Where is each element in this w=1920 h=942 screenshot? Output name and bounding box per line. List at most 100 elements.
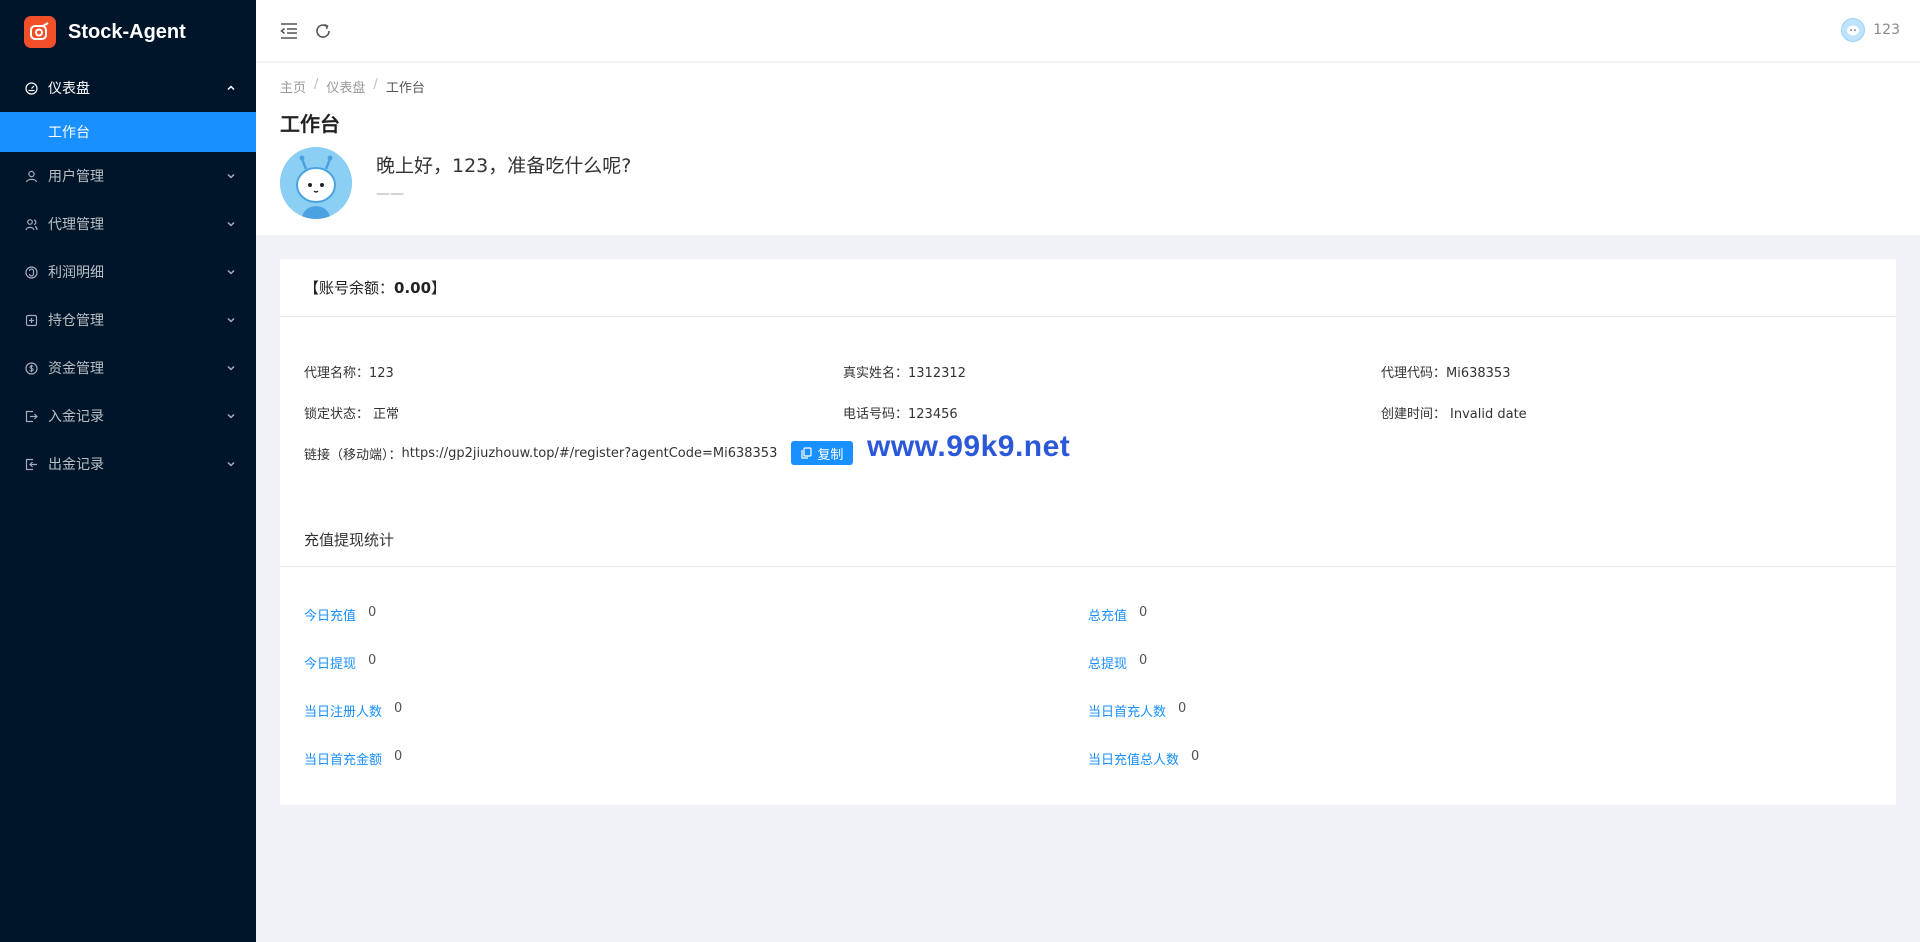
greeting-block: 晚上好，123，准备吃什么呢? ——	[280, 147, 1920, 219]
chevron-down-icon	[226, 171, 236, 181]
logo[interactable]: Stock-Agent	[0, 0, 256, 64]
menu-funds[interactable]: 资金管理	[0, 344, 256, 392]
copy-icon	[801, 447, 812, 459]
stat-today-registrations: 当日注册人数 0	[304, 701, 402, 720]
info-label: 真实姓名：	[843, 366, 909, 381]
stat-today-recharge-users: 当日充值总人数 0	[1088, 749, 1199, 768]
breadcrumb-current: 工作台	[385, 81, 425, 96]
balance-label: 【账号余额：	[304, 279, 395, 297]
stat-today-first-recharge-users: 当日首充人数 0	[1088, 701, 1186, 720]
deposit-icon	[24, 409, 38, 423]
chevron-down-icon	[226, 219, 236, 229]
info-real-name: 真实姓名：1312312	[843, 362, 966, 381]
chevron-down-icon	[226, 411, 236, 421]
menu-label: 持仓管理	[48, 313, 104, 329]
breadcrumb-home[interactable]: 主页	[280, 77, 306, 96]
copy-button[interactable]: 复制	[791, 441, 854, 465]
menu-agents[interactable]: 代理管理	[0, 200, 256, 248]
reload-icon[interactable]	[312, 20, 334, 42]
menu-withdrawals[interactable]: 出金记录	[0, 440, 256, 488]
info-label: 电话号码：	[843, 407, 909, 422]
account-card: 【账号余额： 0.00 】 代理名称：123 真实姓名：1312312 代理代码…	[280, 259, 1896, 805]
stat-value: 0	[394, 749, 403, 764]
menu-fold-icon[interactable]	[278, 20, 300, 42]
info-agent-code: 代理代码：Mi638353	[1381, 362, 1510, 381]
info-label: 代理代码：	[1381, 366, 1447, 381]
chevron-down-icon	[226, 267, 236, 277]
agent-info: 代理名称：123 真实姓名：1312312 代理代码：Mi638353 锁定状态…	[280, 317, 1896, 513]
info-label: 锁定状态：	[304, 407, 370, 422]
breadcrumb-dashboard[interactable]: 仪表盘	[326, 77, 365, 96]
app-name: Stock-Agent	[68, 20, 186, 43]
stat-today-recharge: 今日充值 0	[304, 605, 376, 624]
menu-users[interactable]: 用户管理	[0, 152, 256, 200]
profit-icon	[24, 265, 38, 279]
avatar	[1841, 18, 1866, 42]
stat-label[interactable]: 今日充值	[304, 605, 356, 624]
stat-today-withdraw: 今日提现 0	[304, 653, 376, 672]
menu-deposits[interactable]: 入金记录	[0, 392, 256, 440]
sub-item-label: 工作台	[48, 125, 90, 141]
info-label: 代理名称：	[304, 366, 370, 381]
stat-today-first-recharge-amount: 当日首充金额 0	[304, 749, 402, 768]
menu-profit[interactable]: 利润明细	[0, 248, 256, 296]
menu-label: 资金管理	[48, 361, 104, 377]
chevron-down-icon	[226, 315, 236, 325]
stat-value: 0	[1139, 653, 1148, 668]
balance-header: 【账号余额： 0.00 】	[280, 259, 1896, 317]
menu-label: 利润明细	[48, 265, 104, 281]
chevron-up-icon	[226, 83, 236, 93]
user-menu[interactable]: 123	[1841, 18, 1900, 42]
team-icon	[24, 217, 38, 231]
chevron-down-icon	[226, 459, 236, 469]
greeting-subtext: ——	[376, 186, 404, 202]
info-value: Invalid date	[1450, 407, 1527, 422]
menu-dashboard[interactable]: 仪表盘	[0, 64, 256, 112]
dashboard-icon	[24, 81, 38, 95]
balance-value: 0.00	[394, 278, 432, 297]
balance-close: 】	[431, 279, 447, 297]
chevron-down-icon	[226, 363, 236, 373]
sidebar-item-workbench[interactable]: 工作台	[0, 112, 256, 152]
logo-icon	[24, 16, 56, 48]
position-icon	[24, 313, 38, 327]
info-label: 链接（移动端）：	[304, 447, 402, 463]
menu-label: 用户管理	[48, 169, 104, 185]
watermark-text: www.99k9.net	[867, 430, 1071, 463]
breadcrumb: 主页 / 仪表盘 / 工作台	[280, 77, 1920, 96]
info-value: 正常	[373, 407, 400, 422]
withdraw-icon	[24, 457, 38, 471]
stat-label[interactable]: 今日提现	[304, 653, 356, 672]
register-link[interactable]: https://gp2jiuzhouw.top/#/register?agent…	[402, 446, 778, 461]
money-icon	[24, 361, 38, 375]
stat-value: 0	[368, 653, 377, 668]
stat-label[interactable]: 总提现	[1088, 653, 1127, 672]
menu-positions[interactable]: 持仓管理	[0, 296, 256, 344]
stat-value: 0	[1178, 701, 1187, 716]
info-agent-name: 代理名称：123	[304, 362, 394, 381]
greeting-text: 晚上好，123，准备吃什么呢? ——	[376, 147, 631, 219]
user-avatar-large	[280, 147, 352, 219]
stat-value: 0	[394, 701, 403, 716]
stat-label[interactable]: 总充值	[1088, 605, 1127, 624]
breadcrumb-separator: /	[314, 77, 319, 92]
menu-label: 代理管理	[48, 217, 104, 233]
page-title: 工作台	[280, 112, 340, 136]
stats-grid: 今日充值 0 总充值 0 今日提现 0 总提现 0 当日注册人数 0 当日首充人数 0 当日…	[280, 567, 1896, 797]
info-value: 123	[369, 366, 394, 381]
info-value: Mi638353	[1446, 366, 1511, 381]
greeting-message: 晚上好，123，准备吃什么呢?	[376, 155, 632, 177]
info-phone: 电话号码：123456	[843, 403, 958, 422]
stat-label[interactable]: 当日首充人数	[1088, 701, 1166, 720]
stat-label[interactable]: 当日首充金额	[304, 749, 382, 768]
menu-label: 出金记录	[48, 457, 104, 473]
stat-label[interactable]: 当日充值总人数	[1088, 749, 1179, 768]
stat-value: 0	[1191, 749, 1200, 764]
info-label: 创建时间：	[1381, 407, 1447, 422]
page-header: 主页 / 仪表盘 / 工作台 工作台 晚上好，123，准备吃什么呢? ——	[256, 63, 1920, 235]
stat-label[interactable]: 当日注册人数	[304, 701, 382, 720]
menu-label: 仪表盘	[48, 81, 90, 97]
top-header: 123	[256, 0, 1920, 62]
stats-title: 充值提现统计	[280, 513, 1896, 567]
copy-label: 复制	[817, 447, 844, 463]
